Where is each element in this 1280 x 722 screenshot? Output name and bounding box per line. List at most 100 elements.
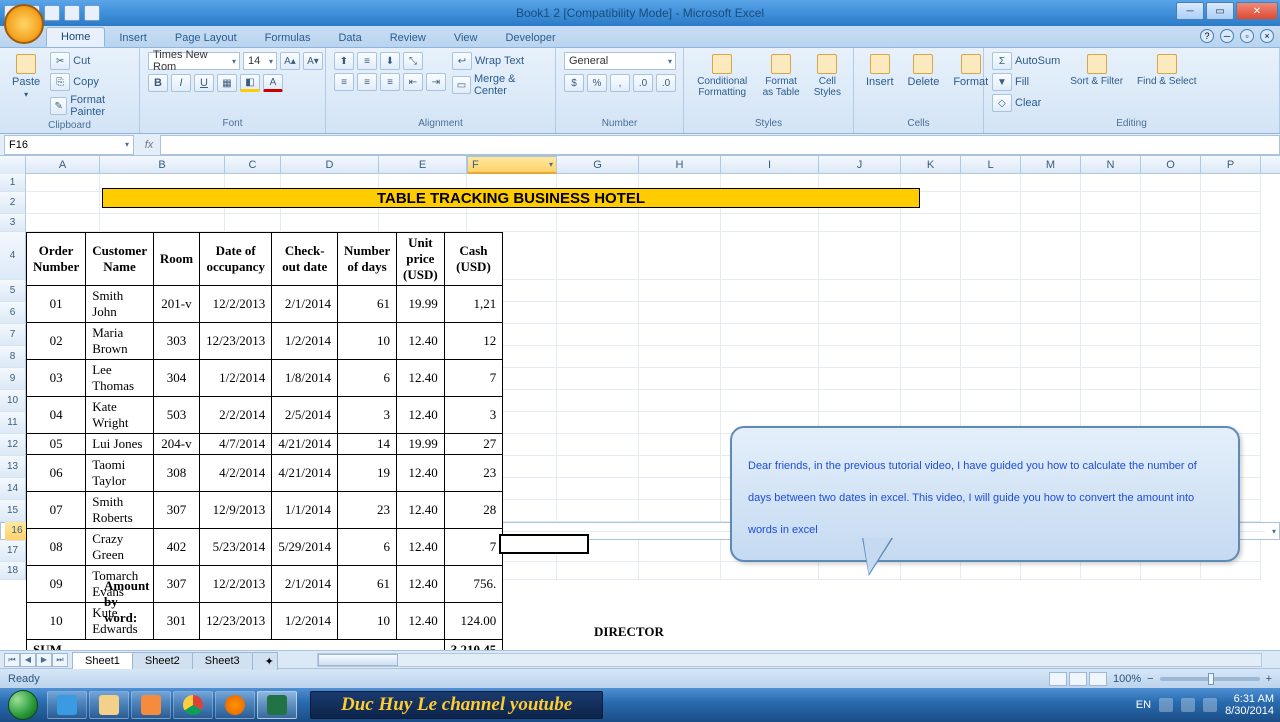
qat-more-icon[interactable] xyxy=(84,5,100,21)
paste-button[interactable]: Paste▾ xyxy=(8,52,44,101)
zoom-in-button[interactable]: + xyxy=(1266,673,1272,685)
taskbar-media-icon[interactable] xyxy=(131,691,171,719)
taskbar-chrome-icon[interactable] xyxy=(173,691,213,719)
ribbon-min-icon[interactable]: ─ xyxy=(1220,29,1234,43)
increase-indent-icon[interactable]: ⇥ xyxy=(426,73,446,91)
row-header[interactable]: 8 xyxy=(0,346,26,368)
border-button[interactable]: ▦ xyxy=(217,74,237,92)
sheet-tab-3[interactable]: Sheet3 xyxy=(192,652,253,669)
row-header[interactable]: 11 xyxy=(0,412,26,434)
row-header[interactable]: 12 xyxy=(0,434,26,456)
tab-developer[interactable]: Developer xyxy=(491,29,569,47)
number-format-select[interactable]: General xyxy=(564,52,676,70)
maximize-button[interactable]: ▭ xyxy=(1206,2,1234,20)
row-header[interactable]: 17 xyxy=(0,540,26,562)
name-box[interactable]: F16 xyxy=(4,135,134,155)
row-header[interactable]: 7 xyxy=(0,324,26,346)
font-color-button[interactable]: A xyxy=(263,74,283,92)
row-header[interactable]: 13 xyxy=(0,456,26,478)
cut-label[interactable]: Cut xyxy=(73,55,90,67)
column-header-O[interactable]: O xyxy=(1141,156,1201,173)
column-header-I[interactable]: I xyxy=(721,156,819,173)
merge-center-label[interactable]: Merge & Center xyxy=(474,73,547,97)
format-painter-label[interactable]: Format Painter xyxy=(70,94,131,118)
row-header[interactable]: 2 xyxy=(0,192,26,214)
tab-insert[interactable]: Insert xyxy=(105,29,161,47)
row-header[interactable]: 1 xyxy=(0,174,26,192)
taskbar-excel-icon[interactable] xyxy=(257,691,297,719)
tab-home[interactable]: Home xyxy=(46,27,105,47)
new-sheet-button[interactable]: ✦ xyxy=(252,652,278,670)
conditional-formatting-button[interactable]: Conditional Formatting xyxy=(692,52,752,100)
row-header[interactable]: 4 xyxy=(0,232,26,280)
italic-button[interactable]: I xyxy=(171,74,191,92)
wrap-text-icon[interactable]: ↩ xyxy=(452,52,472,70)
print-icon[interactable] xyxy=(64,5,80,21)
tab-data[interactable]: Data xyxy=(324,29,375,47)
column-header-J[interactable]: J xyxy=(819,156,901,173)
orientation-icon[interactable]: ⤡ xyxy=(403,52,423,70)
column-header-K[interactable]: K xyxy=(901,156,961,173)
ribbon-close-icon[interactable]: × xyxy=(1260,29,1274,43)
sheet-tab-2[interactable]: Sheet2 xyxy=(132,652,193,669)
column-header-A[interactable]: A xyxy=(26,156,100,173)
tray-network-icon[interactable] xyxy=(1181,698,1195,712)
font-name-select[interactable]: Times New Rom xyxy=(148,52,240,70)
decrease-indent-icon[interactable]: ⇤ xyxy=(403,73,423,91)
align-left-icon[interactable]: ≡ xyxy=(334,73,354,91)
column-header-P[interactable]: P xyxy=(1201,156,1261,173)
zoom-value[interactable]: 100% xyxy=(1113,673,1141,685)
align-top-icon[interactable]: ⬆ xyxy=(334,52,354,70)
ribbon-restore-icon[interactable]: ▫ xyxy=(1240,29,1254,43)
row-header[interactable]: 18 xyxy=(0,562,26,580)
copy-icon[interactable]: ⎘ xyxy=(50,73,70,91)
formula-input[interactable] xyxy=(160,135,1280,155)
tray-clock[interactable]: 6:31 AM 8/30/2014 xyxy=(1225,693,1274,717)
column-header-G[interactable]: G xyxy=(557,156,639,173)
column-header-M[interactable]: M xyxy=(1021,156,1081,173)
help-icon[interactable]: ? xyxy=(1200,29,1214,43)
row-header[interactable]: 14 xyxy=(0,478,26,500)
column-header-H[interactable]: H xyxy=(639,156,721,173)
sheet-nav-last-icon[interactable]: ⏭ xyxy=(52,653,68,667)
sort-filter-button[interactable]: Sort & Filter xyxy=(1066,52,1127,89)
column-header-C[interactable]: C xyxy=(225,156,281,173)
minimize-button[interactable]: ─ xyxy=(1176,2,1204,20)
percent-icon[interactable]: % xyxy=(587,74,607,92)
format-as-table-button[interactable]: Format as Table xyxy=(758,52,803,100)
taskbar-explorer-icon[interactable] xyxy=(89,691,129,719)
fill-icon[interactable]: ▼ xyxy=(992,73,1012,91)
sheet-nav-prev-icon[interactable]: ◀ xyxy=(20,653,36,667)
taskbar-firefox-icon[interactable] xyxy=(215,691,255,719)
tab-review[interactable]: Review xyxy=(376,29,440,47)
page-break-view-icon[interactable] xyxy=(1089,672,1107,686)
office-button[interactable] xyxy=(4,4,44,44)
copy-label[interactable]: Copy xyxy=(73,76,99,88)
align-right-icon[interactable]: ≡ xyxy=(380,73,400,91)
underline-button[interactable]: U xyxy=(194,74,214,92)
column-header-N[interactable]: N xyxy=(1081,156,1141,173)
fill-label[interactable]: Fill xyxy=(1015,76,1029,88)
row-header[interactable]: 6 xyxy=(0,302,26,324)
horizontal-scrollbar[interactable] xyxy=(317,653,1262,667)
merge-icon[interactable]: ▭ xyxy=(452,76,471,94)
comma-icon[interactable]: , xyxy=(610,74,630,92)
fill-color-button[interactable]: ◧ xyxy=(240,74,260,92)
font-size-select[interactable]: 14 xyxy=(243,52,277,70)
row-header[interactable]: 15 xyxy=(0,500,26,522)
align-bottom-icon[interactable]: ⬇ xyxy=(380,52,400,70)
taskbar-ie-icon[interactable] xyxy=(47,691,87,719)
tray-flag-icon[interactable] xyxy=(1159,698,1173,712)
tray-lang[interactable]: EN xyxy=(1136,699,1151,711)
fx-icon[interactable]: fx xyxy=(138,139,160,151)
close-button[interactable]: ✕ xyxy=(1236,2,1278,20)
clear-icon[interactable]: ◇ xyxy=(992,94,1012,112)
decrease-decimal-icon[interactable]: .0 xyxy=(656,74,676,92)
sheet-tab-1[interactable]: Sheet1 xyxy=(72,652,133,669)
redo-icon[interactable] xyxy=(44,5,60,21)
increase-font-icon[interactable]: A▴ xyxy=(280,52,300,70)
row-header[interactable]: 9 xyxy=(0,368,26,390)
zoom-out-button[interactable]: − xyxy=(1147,673,1153,685)
clear-label[interactable]: Clear xyxy=(1015,97,1041,109)
format-painter-icon[interactable]: ✎ xyxy=(50,97,67,115)
